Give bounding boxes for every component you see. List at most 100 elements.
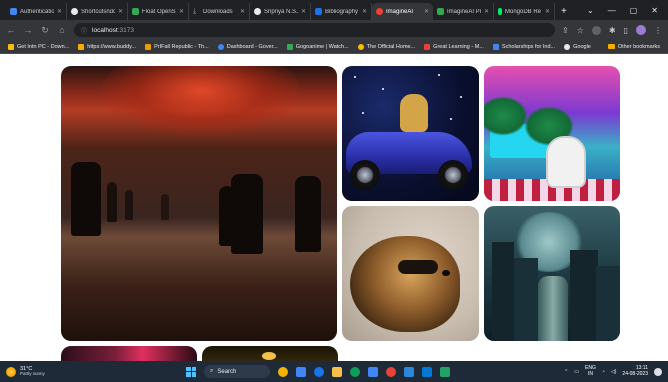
extension-icon[interactable] <box>591 25 601 35</box>
close-tab-icon[interactable]: ✕ <box>424 8 429 15</box>
back-arrow-icon[interactable]: ← <box>6 25 16 35</box>
weather-text: 31°C Partly sunny <box>20 366 45 377</box>
tab-imagineai-pro[interactable]: ImagineAI Pro ✕ <box>433 3 494 20</box>
tab-downloads[interactable]: ⤓ Downloads ✕ <box>189 3 250 20</box>
close-tab-icon[interactable]: ✕ <box>240 8 245 15</box>
bookmark-item[interactable]: Great Learning - M... <box>424 43 484 50</box>
close-window-button[interactable]: ✕ <box>651 6 658 15</box>
system-tray: ⌃ ▭ ENG IN ◔ ◁) 13:11 24-08-2023 <box>564 365 662 377</box>
tab-title: Shortcutsndo <box>81 8 115 15</box>
forward-arrow-icon[interactable]: → <box>23 25 33 35</box>
bookmark-item[interactable]: Gogoanime | Watch... <box>286 43 349 50</box>
excel-icon[interactable] <box>440 366 450 377</box>
bookmark-favicon <box>217 43 224 50</box>
bookmark-item[interactable]: The Official Home... <box>357 43 415 50</box>
vscode-icon[interactable] <box>422 366 432 377</box>
word-icon[interactable] <box>404 366 414 377</box>
language-indicator[interactable]: ENG IN <box>585 365 596 377</box>
bookmark-item[interactable]: Google <box>564 43 591 50</box>
tab-title: MongoDB Re <box>505 8 542 15</box>
side-panel-icon[interactable]: ▯ <box>624 26 628 35</box>
clock[interactable]: 13:11 24-08-2023 <box>622 365 648 377</box>
close-tab-icon[interactable]: ✕ <box>118 8 123 15</box>
raccoon-face <box>350 236 460 332</box>
chrome-icon[interactable] <box>386 366 396 377</box>
close-tab-icon[interactable]: ✕ <box>57 8 62 15</box>
maximize-button[interactable]: ▢ <box>630 6 638 15</box>
toolbar-actions: ⇪ ☆ ✱ ▯ ⋮ <box>562 25 662 35</box>
tab-float-opens[interactable]: Float OpenS ✕ <box>128 3 189 20</box>
gallery-image-dusk-silhouettes[interactable] <box>61 66 337 341</box>
star <box>438 74 440 76</box>
silhouette-figure <box>219 186 235 246</box>
tab-imagineai[interactable]: ImagineAI ✕ <box>372 3 433 20</box>
edge-icon[interactable] <box>350 366 360 377</box>
close-tab-icon[interactable]: ✕ <box>484 8 489 15</box>
new-tab-button[interactable]: + <box>555 3 573 20</box>
tab-bibliography[interactable]: Bibliography ✕ <box>311 3 372 20</box>
castle-tower <box>596 266 620 341</box>
gallery-image-golden-interior[interactable] <box>202 346 338 361</box>
tab-mongodb[interactable]: MongoDB Re ✕ <box>494 3 555 20</box>
gallery-image-gothic-ruins[interactable] <box>484 206 620 341</box>
gallery-image-raccoon[interactable] <box>342 206 479 341</box>
bookmark-item[interactable]: Get Intn PC - Down... <box>8 43 70 50</box>
more-menu-icon[interactable]: ⋮ <box>654 26 662 35</box>
reload-icon[interactable]: ↻ <box>40 25 50 36</box>
tab-title: ImagineAI <box>386 8 414 15</box>
home-icon[interactable]: ⌂ <box>57 25 67 35</box>
share-icon[interactable]: ⇪ <box>562 26 569 35</box>
profile-avatar[interactable] <box>636 25 646 35</box>
bookmark-item[interactable]: https://www.buddy... <box>78 43 136 50</box>
gallery-image-cat-in-car[interactable] <box>342 66 479 201</box>
bookmark-favicon <box>145 43 152 50</box>
puzzle-icon[interactable]: ✱ <box>609 26 616 35</box>
wifi-icon[interactable]: ◔ <box>602 369 605 375</box>
screen: Authenticatio ✕ Shortcutsndo ✕ Float Ope… <box>0 0 668 382</box>
chevron-down-icon[interactable]: ⌄ <box>587 6 594 15</box>
battery-icon[interactable]: ▭ <box>574 369 579 375</box>
bookmark-star-icon[interactable]: ☆ <box>577 26 584 35</box>
weather-widget[interactable]: 31°C Partly sunny <box>6 366 186 377</box>
store-icon[interactable] <box>368 366 378 377</box>
gallery-page <box>0 55 668 361</box>
task-view-icon[interactable] <box>278 366 288 377</box>
close-tab-icon[interactable]: ✕ <box>179 8 184 15</box>
folder-icon[interactable] <box>332 366 342 377</box>
bookmark-label: Scholarships for Ind... <box>501 43 556 50</box>
tab-title: Float OpenS <box>142 8 176 15</box>
silhouette-figure <box>295 176 321 252</box>
other-bookmarks[interactable]: Other bookmarks <box>607 44 660 50</box>
url-host: localhost <box>92 26 118 34</box>
bookmark-item[interactable]: Scholarships for Ind... <box>492 43 556 50</box>
info-icon[interactable]: ⓘ <box>81 26 87 35</box>
notification-icon[interactable] <box>654 367 662 376</box>
gallery-image-neon-scene[interactable] <box>61 346 197 361</box>
minimize-button[interactable]: — <box>608 6 616 15</box>
bookmark-label: PrIFall Republic - Th... <box>154 43 209 50</box>
volume-icon[interactable]: ◁) <box>611 369 617 375</box>
bookmark-label: Get Intn PC - Down... <box>17 43 70 50</box>
google-icon <box>564 43 571 50</box>
address-bar[interactable]: ⓘ localhost:3173 <box>74 23 556 37</box>
raccoon-mask <box>398 260 438 274</box>
bookmark-item[interactable]: Dashboard - Gover... <box>217 43 278 50</box>
tab-title: Bibliography <box>325 8 359 15</box>
windows-start-icon[interactable] <box>186 366 196 377</box>
bookmark-item[interactable]: PrIFall Republic - Th... <box>145 43 209 50</box>
tab-authentication[interactable]: Authenticatio ✕ <box>6 3 67 20</box>
tab-shortcuts[interactable]: Shortcutsndo ✕ <box>67 3 128 20</box>
star <box>450 118 452 120</box>
gallery-image-astronaut-poolside[interactable] <box>484 66 620 201</box>
close-tab-icon[interactable]: ✕ <box>545 8 550 15</box>
close-tab-icon[interactable]: ✕ <box>301 8 306 15</box>
bookmark-favicon <box>357 43 364 50</box>
file-explorer-icon[interactable] <box>296 366 306 377</box>
clock-date: 24-08-2023 <box>622 370 648 377</box>
tab-sripriya[interactable]: Sripriya N.S./ ✕ <box>250 3 311 20</box>
silhouette-figure <box>125 190 133 220</box>
close-tab-icon[interactable]: ✕ <box>362 8 367 15</box>
chevron-up-icon[interactable]: ⌃ <box>564 369 568 375</box>
taskbar-search[interactable]: ⌕ Search <box>204 365 270 378</box>
chat-icon[interactable] <box>314 366 324 377</box>
